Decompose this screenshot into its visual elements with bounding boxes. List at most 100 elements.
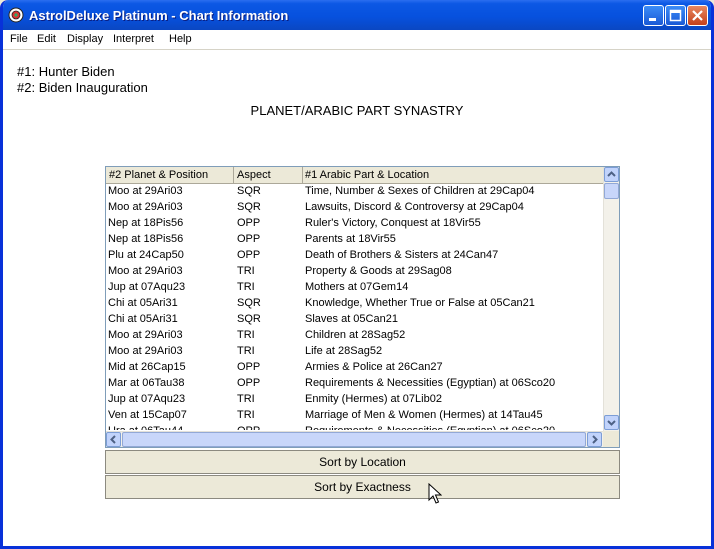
window-title: AstrolDeluxe Platinum - Chart Informatio… bbox=[29, 8, 289, 23]
chevron-up-icon bbox=[607, 171, 616, 177]
mouse-pointer-icon bbox=[428, 483, 442, 504]
arabic-part-cell: Marriage of Men & Women (Hermes) at 14Ta… bbox=[305, 409, 543, 421]
arabic-part-cell: Ruler's Victory, Conquest at 18Vir55 bbox=[305, 217, 481, 229]
planet-position-cell: Moo at 29Ari03 bbox=[108, 329, 183, 341]
menu-display[interactable]: Display bbox=[67, 33, 103, 45]
table-row[interactable]: Plu at 24Cap50 OPP Death of Brothers & Sis… bbox=[106, 248, 603, 264]
chart-1-line: #1: Hunter Biden bbox=[17, 64, 115, 79]
aspect-cell: TRI bbox=[237, 265, 255, 277]
table-row[interactable]: Moo at 29Ari03 TRI Property & Goods at 29S… bbox=[106, 264, 603, 280]
arabic-part-cell: Requirements & Necessities (Egyptian) at… bbox=[305, 377, 556, 389]
list-header: #2 Planet & Position Aspect #1 Arabic Pa… bbox=[106, 167, 603, 184]
aspect-cell: OPP bbox=[237, 249, 261, 261]
chart-2-number: #2: bbox=[17, 80, 36, 95]
close-icon bbox=[692, 10, 703, 21]
scroll-left-button[interactable] bbox=[106, 432, 121, 447]
aspect-cell: TRI bbox=[237, 393, 255, 405]
table-row[interactable]: Chi at 05Ari31 SQR Knowledge, Whether True… bbox=[106, 296, 603, 312]
table-row[interactable]: Ven at 15Cap07 TRI Marriage of Men & Women… bbox=[106, 408, 603, 424]
arabic-part-cell: Mothers at 07Gem14 bbox=[305, 281, 409, 293]
report-heading: PLANET/ARABIC PART SYNASTRY bbox=[250, 103, 464, 118]
arabic-part-cell: Enmity (Hermes) at 07Lib02 bbox=[305, 393, 442, 405]
minimize-icon bbox=[649, 18, 656, 21]
table-row[interactable]: Mar at 06Tau38 OPP Requirements & Necessit… bbox=[106, 376, 603, 392]
arabic-part-cell: Knowledge, Whether True or False at 05Ca… bbox=[305, 297, 535, 309]
table-row[interactable]: Moo at 29Ari03 TRI Life at 28Sag52 bbox=[106, 344, 603, 360]
chart-info-panel: #1: Hunter Biden #2: Biden Inauguration … bbox=[3, 50, 711, 546]
planet-position-cell: Jup at 07Aqu23 bbox=[108, 393, 186, 405]
arabic-part-cell: Life at 28Sag52 bbox=[305, 345, 383, 357]
planet-position-cell: Plu at 24Cap50 bbox=[108, 249, 184, 261]
main-window: AstrolDeluxe Platinum - Chart Informatio… bbox=[0, 0, 714, 549]
minimize-button[interactable] bbox=[643, 5, 664, 26]
aspect-cell: OPP bbox=[237, 377, 261, 389]
maximize-icon bbox=[669, 9, 682, 22]
menu-file[interactable]: File bbox=[10, 33, 28, 45]
chart-2-line: #2: Biden Inauguration bbox=[17, 80, 148, 95]
horizontal-scroll-thumb[interactable] bbox=[122, 432, 586, 447]
aspect-cell: TRI bbox=[237, 329, 255, 341]
aspect-cell: SQR bbox=[237, 185, 261, 197]
planet-position-cell: Moo at 29Ari03 bbox=[108, 185, 183, 197]
arabic-part-cell: Parents at 18Vir55 bbox=[305, 233, 396, 245]
chevron-left-icon bbox=[110, 435, 116, 444]
arabic-part-cell: Property & Goods at 29Sag08 bbox=[305, 265, 452, 277]
scrollbar-corner bbox=[603, 431, 619, 447]
planet-position-cell: Chi at 05Ari31 bbox=[108, 313, 178, 325]
table-row[interactable]: Nep at 18Pis56 OPP Parents at 18Vir55 bbox=[106, 232, 603, 248]
aspect-cell: OPP bbox=[237, 233, 261, 245]
aspect-cell: SQR bbox=[237, 201, 261, 213]
table-row[interactable]: Mid at 26Cap15 OPP Armies & Police at 26Ca… bbox=[106, 360, 603, 376]
table-row[interactable]: Moo at 29Ari03 TRI Children at 28Sag52 bbox=[106, 328, 603, 344]
planet-position-cell: Mid at 26Cap15 bbox=[108, 361, 186, 373]
sort-by-exactness-button[interactable]: Sort by Exactness bbox=[105, 475, 620, 499]
horizontal-scrollbar[interactable] bbox=[106, 431, 603, 447]
scroll-up-button[interactable] bbox=[604, 167, 619, 182]
arabic-part-cell: Death of Brothers & Sisters at 24Can47 bbox=[305, 249, 499, 261]
arabic-part-cell: Slaves at 05Can21 bbox=[305, 313, 398, 325]
planet-position-cell: Ven at 15Cap07 bbox=[108, 409, 187, 421]
arabic-part-cell: Armies & Police at 26Can27 bbox=[305, 361, 443, 373]
close-button[interactable] bbox=[687, 5, 708, 26]
table-row[interactable]: Jup at 07Aqu23 TRI Enmity (Hermes) at 07Li… bbox=[106, 392, 603, 408]
scroll-right-button[interactable] bbox=[587, 432, 602, 447]
aspect-cell: OPP bbox=[237, 425, 260, 430]
title-bar[interactable]: AstrolDeluxe Platinum - Chart Informatio… bbox=[3, 0, 711, 30]
planet-position-cell: Nep at 18Pis56 bbox=[108, 217, 184, 229]
aspect-cell: TRI bbox=[237, 281, 255, 293]
menu-edit[interactable]: Edit bbox=[37, 33, 56, 45]
synastry-list[interactable]: #2 Planet & Position Aspect #1 Arabic Pa… bbox=[105, 166, 620, 448]
arabic-part-cell: Children at 28Sag52 bbox=[305, 329, 406, 341]
planet-position-cell: Nep at 18Pis56 bbox=[108, 233, 184, 245]
table-row[interactable]: Chi at 05Ari31 SQR Slaves at 05Can21 bbox=[106, 312, 603, 328]
aspect-cell: TRI bbox=[237, 345, 255, 357]
vertical-scrollbar[interactable] bbox=[603, 167, 619, 431]
aspect-cell: TRI bbox=[237, 409, 255, 421]
menu-bar: File Edit Display Interpret Help bbox=[3, 30, 711, 50]
vertical-scroll-thumb[interactable] bbox=[604, 183, 619, 199]
chart-2-name: Biden Inauguration bbox=[38, 80, 148, 95]
table-row[interactable]: Ura at 06Tau44 OPP Requirements & Necessit… bbox=[106, 424, 603, 430]
planet-position-cell: Moo at 29Ari03 bbox=[108, 201, 183, 213]
sort-by-location-button[interactable]: Sort by Location bbox=[105, 450, 620, 474]
chart-1-number: #1: bbox=[17, 64, 36, 79]
column-header-planet[interactable]: #2 Planet & Position bbox=[109, 169, 208, 181]
planet-position-cell: Moo at 29Ari03 bbox=[108, 265, 183, 277]
table-row[interactable]: Nep at 18Pis56 OPP Ruler's Victory, Conque… bbox=[106, 216, 603, 232]
aspect-cell: OPP bbox=[237, 361, 261, 373]
aspect-cell: SQR bbox=[237, 313, 261, 325]
table-row[interactable]: Moo at 29Ari03 SQR Lawsuits, Discord & Con… bbox=[106, 200, 603, 216]
astrology-app-icon bbox=[8, 7, 24, 23]
menu-help[interactable]: Help bbox=[169, 33, 192, 45]
planet-position-cell: Jup at 07Aqu23 bbox=[108, 281, 186, 293]
maximize-button[interactable] bbox=[665, 5, 686, 26]
column-header-aspect[interactable]: Aspect bbox=[237, 169, 271, 181]
chevron-down-icon bbox=[607, 420, 616, 426]
scroll-down-button[interactable] bbox=[604, 415, 619, 430]
column-header-arabic-part[interactable]: #1 Arabic Part & Location bbox=[305, 169, 429, 181]
menu-interpret[interactable]: Interpret bbox=[113, 33, 154, 45]
arabic-part-cell: Time, Number & Sexes of Children at 29Ca… bbox=[305, 185, 535, 197]
arabic-part-cell: Requirements & Necessities (Egyptian) at… bbox=[305, 425, 555, 430]
table-row[interactable]: Jup at 07Aqu23 TRI Mothers at 07Gem14 bbox=[106, 280, 603, 296]
table-row[interactable]: Moo at 29Ari03 SQR Time, Number & Sexes of… bbox=[106, 184, 603, 200]
